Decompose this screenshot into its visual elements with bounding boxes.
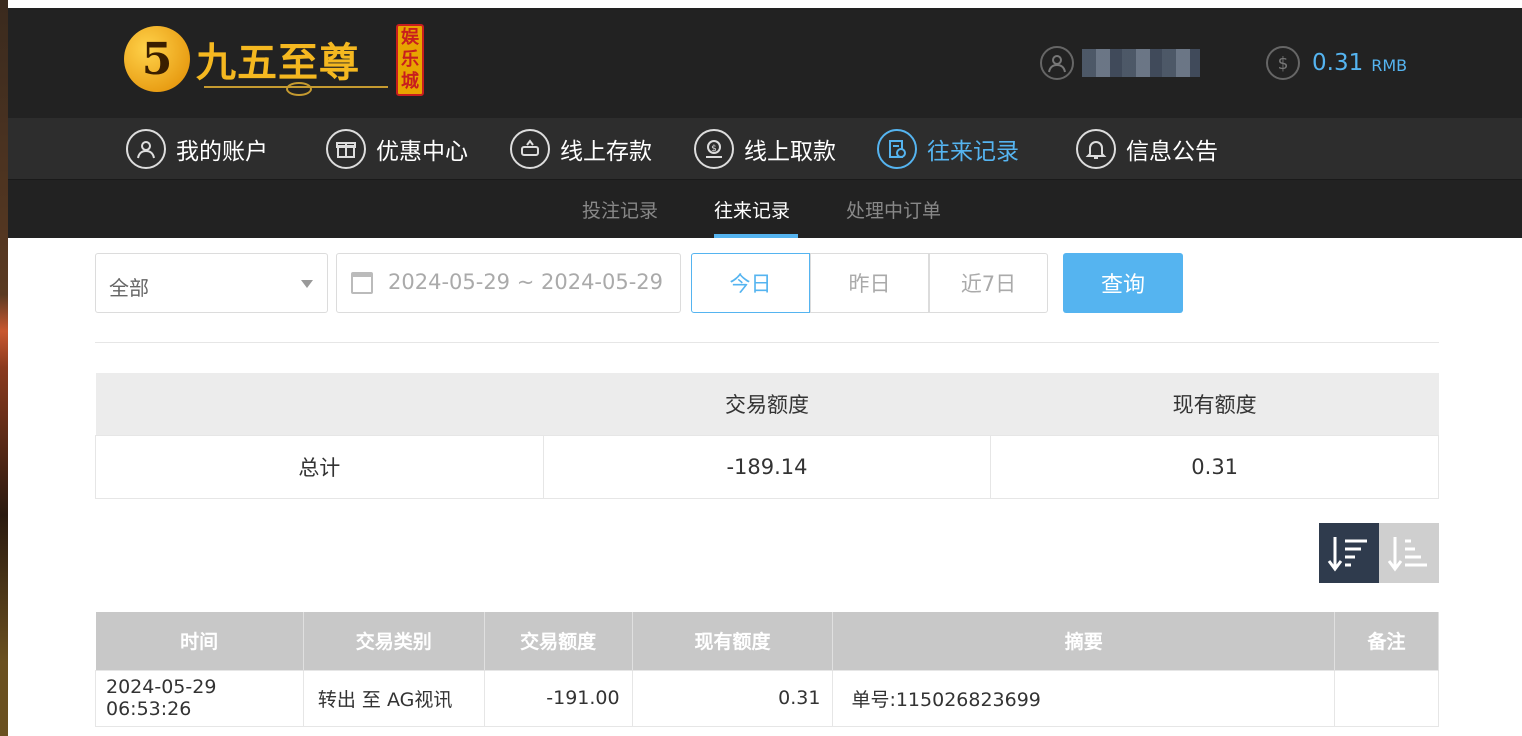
dollar-icon: $: [1266, 46, 1300, 80]
summary-cell: 总计: [95, 434, 544, 499]
sub-nav: 投注记录 往来记录 处理中订单: [8, 180, 1522, 238]
site-header: 5 九五至尊 娱 乐 城 $ 0.31 RMB: [8, 8, 1522, 118]
records-header-row: 时间 交易类别 交易额度 现有额度 摘要 备注: [95, 612, 1439, 670]
sort-descending-icon: [1327, 537, 1367, 572]
user-icon: [126, 129, 166, 169]
table-row[interactable]: 2024-05-29 06:53:26 转出 至 AG视讯 -191.00 0.…: [95, 669, 1439, 727]
records-icon: [877, 129, 917, 169]
summary-header-cell: 交易额度: [543, 373, 991, 435]
tab-pending-orders[interactable]: 处理中订单: [846, 196, 941, 223]
logo-ornament: [204, 82, 388, 96]
query-button[interactable]: 查询: [1063, 253, 1183, 313]
tab-bet-records[interactable]: 投注记录: [582, 196, 658, 223]
summary-total-row: 总计 -189.14 0.31: [95, 434, 1439, 499]
site-logo[interactable]: 5 九五至尊 娱 乐 城: [124, 22, 436, 102]
balance-value: 0.31: [1312, 50, 1364, 76]
summary-header-cell: 现有额度: [990, 373, 1439, 435]
balance-currency: RMB: [1371, 55, 1408, 75]
user-icon: [1040, 46, 1074, 80]
nav-label: 我的账户: [176, 139, 268, 165]
cell-amount: -191.00: [483, 669, 633, 727]
transaction-type-select[interactable]: 全部: [95, 253, 328, 313]
logo-name: 九五至尊: [196, 39, 360, 86]
user-info[interactable]: [1040, 46, 1200, 80]
balance-display: $ 0.31 RMB: [1266, 46, 1407, 80]
cell-type: 转出 至 AG视讯: [302, 669, 485, 727]
section-divider: [95, 342, 1439, 343]
nav-label: 信息公告: [1126, 139, 1218, 165]
svg-text:$: $: [711, 144, 717, 154]
range-7days-button[interactable]: 近7日: [929, 253, 1048, 313]
date-range-picker[interactable]: 2024-05-29 ~ 2024-05-29: [336, 253, 681, 313]
column-header-balance[interactable]: 现有额度: [632, 612, 834, 670]
range-yesterday-button[interactable]: 昨日: [810, 253, 929, 313]
tab-transaction-records[interactable]: 往来记录: [714, 196, 790, 223]
column-header-summary[interactable]: 摘要: [832, 612, 1336, 670]
calendar-icon: [351, 272, 373, 294]
logo-sub-badge: 娱 乐 城: [396, 24, 424, 96]
summary-table: 交易额度 现有额度 总计 -189.14 0.31: [95, 373, 1439, 499]
top-edge: [8, 0, 1522, 8]
nav-item-withdraw[interactable]: $ 线上取款: [694, 128, 836, 170]
logo-emblem: 5: [124, 26, 190, 92]
nav-label: 往来记录: [927, 139, 1019, 165]
svg-text:$: $: [1278, 54, 1289, 74]
cell-summary: 单号:115026823699: [832, 669, 1336, 727]
cell-balance: 0.31: [631, 669, 834, 727]
range-today-button[interactable]: 今日: [691, 253, 810, 313]
withdraw-icon: $: [694, 129, 734, 169]
sort-descending-button[interactable]: [1319, 523, 1379, 583]
nav-label: 线上取款: [744, 139, 836, 165]
sort-ascending-button[interactable]: [1379, 523, 1439, 583]
column-header-remark[interactable]: 备注: [1334, 612, 1439, 670]
select-value: 全部: [109, 276, 149, 300]
main-nav: 我的账户 优惠中心 线上存款 $ 线上取款 往来记录 信息公告: [8, 118, 1522, 180]
sort-ascending-icon: [1387, 537, 1427, 572]
caret-down-icon: [301, 280, 313, 288]
logo-sub-char: 乐: [401, 49, 419, 70]
date-range-value: 2024-05-29 ~ 2024-05-29: [388, 270, 664, 294]
summary-cell: -189.14: [542, 434, 992, 499]
column-header-amount[interactable]: 交易额度: [484, 612, 633, 670]
summary-header-row: 交易额度 现有额度: [95, 373, 1439, 435]
nav-item-promotions[interactable]: 优惠中心: [326, 128, 468, 170]
column-header-type[interactable]: 交易类别: [303, 612, 485, 670]
cell-remark: [1334, 669, 1439, 727]
cell-time: 2024-05-29 06:53:26: [95, 669, 304, 727]
deposit-icon: [510, 129, 550, 169]
summary-header-cell: [95, 373, 544, 435]
nav-item-deposit[interactable]: 线上存款: [510, 128, 652, 170]
username-redacted: [1082, 49, 1200, 77]
summary-cell: 0.31: [990, 434, 1439, 499]
gift-icon: [326, 129, 366, 169]
left-edge-strip: [0, 0, 8, 736]
nav-item-announcements[interactable]: 信息公告: [1076, 128, 1218, 170]
nav-label: 线上存款: [560, 139, 652, 165]
active-tab-indicator: [714, 234, 798, 238]
logo-sub-char: 娱: [401, 27, 419, 48]
logo-sub-char: 城: [401, 71, 419, 92]
nav-item-my-account[interactable]: 我的账户: [126, 128, 268, 170]
sort-controls: [1319, 523, 1439, 583]
records-table: 时间 交易类别 交易额度 现有额度 摘要 备注 2024-05-29 06:53…: [95, 612, 1439, 727]
column-header-time[interactable]: 时间: [95, 612, 304, 670]
nav-item-records[interactable]: 往来记录: [877, 128, 1019, 170]
nav-label: 优惠中心: [376, 139, 468, 165]
bell-icon: [1076, 129, 1116, 169]
